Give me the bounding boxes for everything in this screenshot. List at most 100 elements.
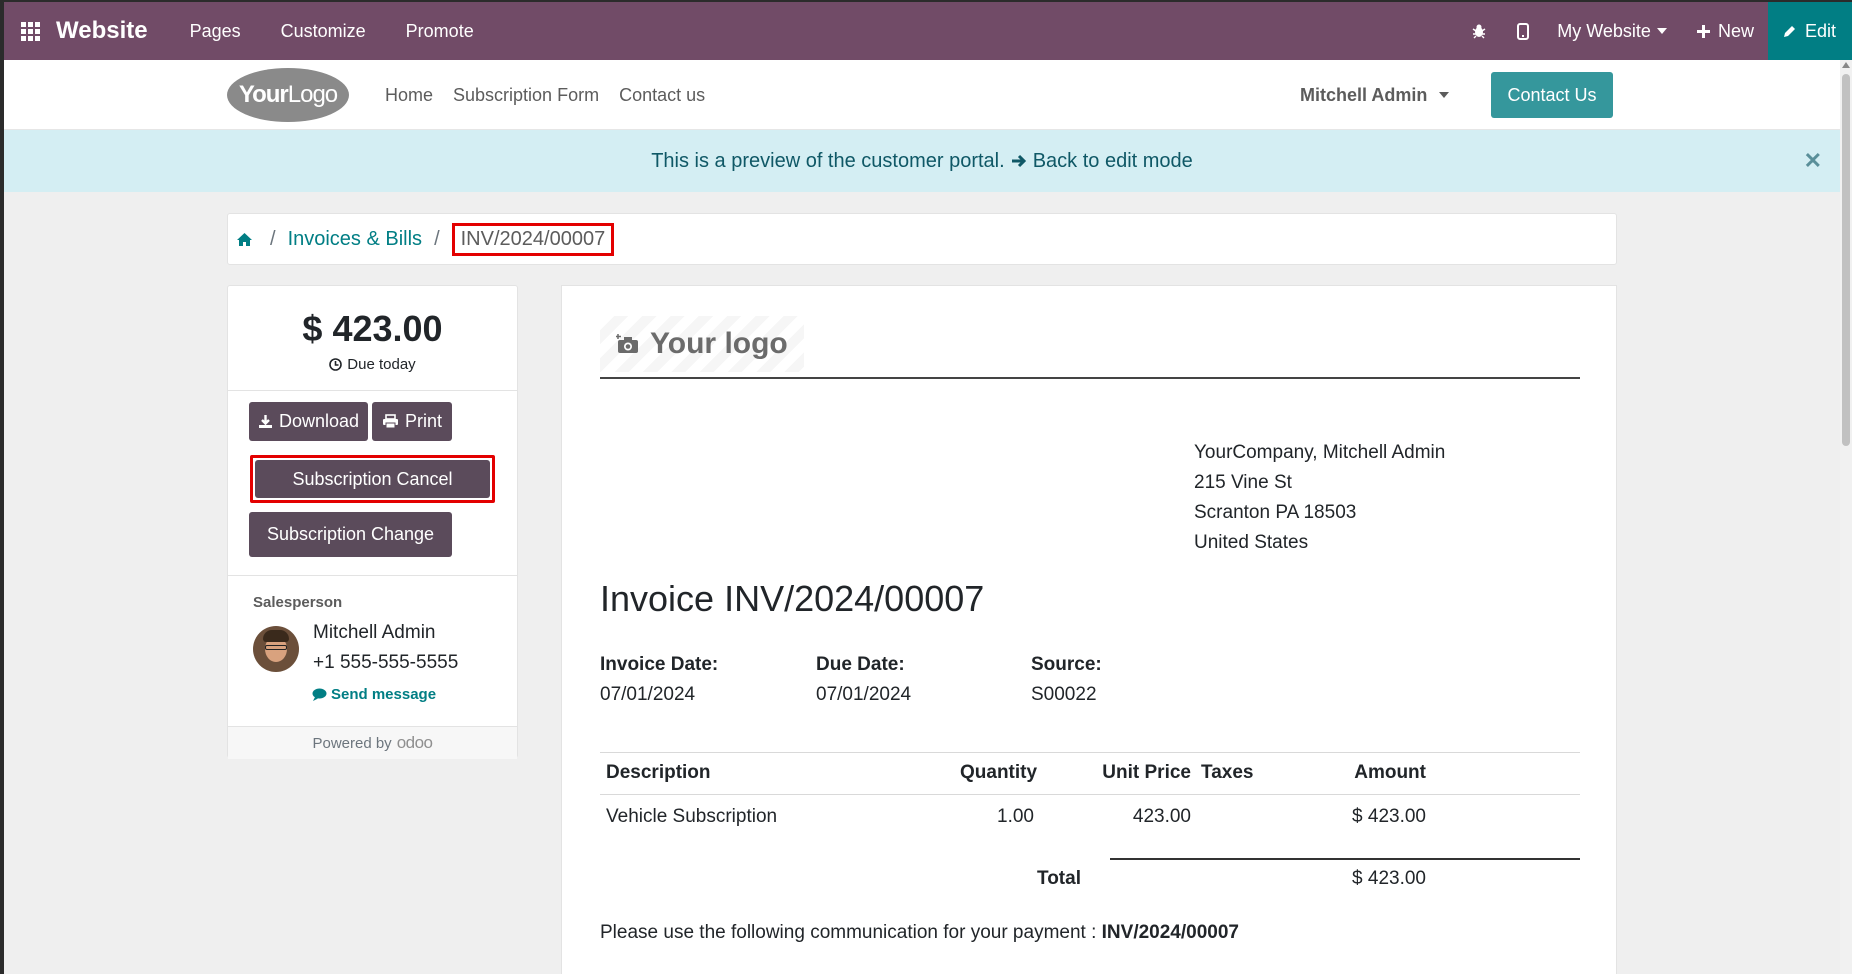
menu-customize[interactable]: Customize <box>261 21 386 42</box>
address-line: Scranton PA 18503 <box>1194 502 1357 523</box>
company-logo-placeholder[interactable]: Your logo <box>600 316 804 372</box>
divider <box>600 377 1580 379</box>
invoice-date-value: 07/01/2024 <box>600 684 696 705</box>
subscription-change-button[interactable]: Subscription Change <box>249 512 452 557</box>
column-header-taxes: Taxes <box>1201 762 1254 783</box>
new-content-button[interactable]: New <box>1687 21 1768 42</box>
total-label: Total <box>1037 868 1081 889</box>
edit-label: Edit <box>1804 20 1836 41</box>
home-icon[interactable] <box>236 232 258 247</box>
breadcrumb: / Invoices & Bills / INV/2024/00007 <box>227 213 1617 265</box>
new-label: New <box>1717 20 1754 41</box>
close-icon[interactable]: ✕ <box>1804 148 1822 174</box>
debug-bug-icon[interactable] <box>1457 23 1501 39</box>
user-name: Mitchell Admin <box>1300 84 1428 105</box>
logo-placeholder-label: Your logo <box>650 327 788 360</box>
total-amount: $ 423.00 <box>1352 868 1426 889</box>
breadcrumb-current-invoice: INV/2024/00007 <box>451 222 615 256</box>
odoo-logo[interactable]: odoo <box>397 733 433 753</box>
edit-button[interactable]: Edit <box>1767 2 1852 60</box>
menu-promote[interactable]: Promote <box>386 21 494 42</box>
column-header-quantity: Quantity <box>960 762 1038 783</box>
invoice-date-label: Invoice Date: <box>600 654 719 675</box>
source-value: S00022 <box>1031 684 1097 705</box>
breadcrumb-separator: / <box>270 227 276 250</box>
apps-menu-icon[interactable] <box>4 2 56 60</box>
download-label: Download <box>278 411 360 431</box>
nav-subscription-form[interactable]: Subscription Form <box>453 85 599 106</box>
powered-by-label: Powered by <box>312 734 392 752</box>
due-date-block: Due Date: 07/01/2024 <box>816 650 911 710</box>
page-scrollbar[interactable] <box>1840 60 1852 974</box>
source-label: Source: <box>1031 654 1102 675</box>
line-description: Vehicle Subscription <box>606 806 778 827</box>
line-unit-price: 423.00 <box>1132 806 1191 827</box>
salesperson-label: Salesperson <box>253 594 343 611</box>
site-nav: Home Subscription Form Contact us <box>385 60 705 130</box>
column-header-amount: Amount <box>1354 762 1426 783</box>
scrollbar-thumb[interactable] <box>1842 74 1850 446</box>
company-address: YourCompany, Mitchell Admin 215 Vine St … <box>1194 438 1445 558</box>
nav-home[interactable]: Home <box>385 85 433 106</box>
caret-down-icon <box>1656 28 1667 34</box>
due-date-label: Due Date: <box>816 654 905 675</box>
arrow-right-icon <box>1011 154 1026 168</box>
contact-us-button[interactable]: Contact Us <box>1491 72 1613 118</box>
invoice-title: Invoice INV/2024/00007 <box>600 578 985 619</box>
breadcrumb-invoices-bills[interactable]: Invoices & Bills <box>288 228 423 251</box>
communication-reference: INV/2024/00007 <box>1101 922 1239 943</box>
avatar <box>253 626 299 672</box>
address-line: 215 Vine St <box>1194 472 1292 493</box>
download-icon <box>258 415 272 428</box>
scroll-up-arrow-icon[interactable] <box>1842 62 1850 68</box>
payment-communication: Please use the following communication f… <box>600 922 1239 944</box>
address-line: YourCompany, Mitchell Admin <box>1194 442 1446 463</box>
back-to-edit-label: Back to edit mode <box>1032 149 1193 172</box>
pencil-icon <box>1783 25 1795 37</box>
divider <box>228 575 517 576</box>
menu-pages[interactable]: Pages <box>170 21 261 42</box>
app-title: Website <box>56 17 148 44</box>
site-logo[interactable]: Your Logo <box>227 68 349 122</box>
invoice-document: Your logo YourCompany, Mitchell Admin 21… <box>561 285 1617 974</box>
print-button[interactable]: Print <box>372 402 452 441</box>
camera-plus-icon <box>616 334 638 353</box>
download-button[interactable]: Download <box>249 402 368 441</box>
divider <box>228 390 517 391</box>
communication-text: Please use the following communication f… <box>600 922 1097 943</box>
divider <box>600 794 1580 795</box>
subscription-cancel-button[interactable]: Subscription Cancel <box>255 460 490 498</box>
salesperson-phone: +1 555-555-5555 <box>313 652 459 673</box>
divider <box>1110 858 1580 860</box>
line-quantity: 1.00 <box>997 806 1034 827</box>
alert-text: This is a preview of the customer portal… <box>651 149 1005 172</box>
back-to-edit-link[interactable]: Back to edit mode <box>1011 150 1193 173</box>
column-header-description: Description <box>606 762 711 783</box>
powered-by-footer: Powered by odoo <box>228 726 517 759</box>
mobile-preview-icon[interactable] <box>1501 22 1545 40</box>
logo-text-bold: Your <box>238 81 289 108</box>
portal-preview-alert: This is a preview of the customer portal… <box>4 130 1840 192</box>
due-status: Due today <box>228 356 517 373</box>
chat-icon <box>312 688 327 701</box>
breadcrumb-separator: / <box>434 227 440 250</box>
divider <box>600 752 1580 753</box>
website-switcher[interactable]: My Website <box>1545 21 1687 42</box>
plus-icon <box>1696 24 1710 38</box>
nav-contact-us[interactable]: Contact us <box>619 85 705 106</box>
address-line: United States <box>1194 532 1309 553</box>
caret-down-icon <box>1439 92 1450 98</box>
due-date-value: 07/01/2024 <box>816 684 912 705</box>
website-header: Your Logo Home Subscription Form Contact … <box>4 60 1840 130</box>
salesperson-name: Mitchell Admin <box>313 622 436 643</box>
amount-due: $ 423.00 <box>302 308 443 349</box>
systray-right: My Website New Edit <box>1457 2 1852 60</box>
logo-text: Logo <box>287 81 338 108</box>
print-icon <box>382 414 398 429</box>
invoice-sidebar: $ 423.00 Due today Download Print Subscr… <box>227 285 518 759</box>
source-block: Source: S00022 <box>1031 650 1102 710</box>
send-message-link[interactable]: Send message <box>312 686 436 703</box>
print-label: Print <box>404 411 442 431</box>
column-header-unit-price: Unit Price <box>1102 762 1191 783</box>
user-menu[interactable]: Mitchell Admin <box>1300 60 1450 130</box>
